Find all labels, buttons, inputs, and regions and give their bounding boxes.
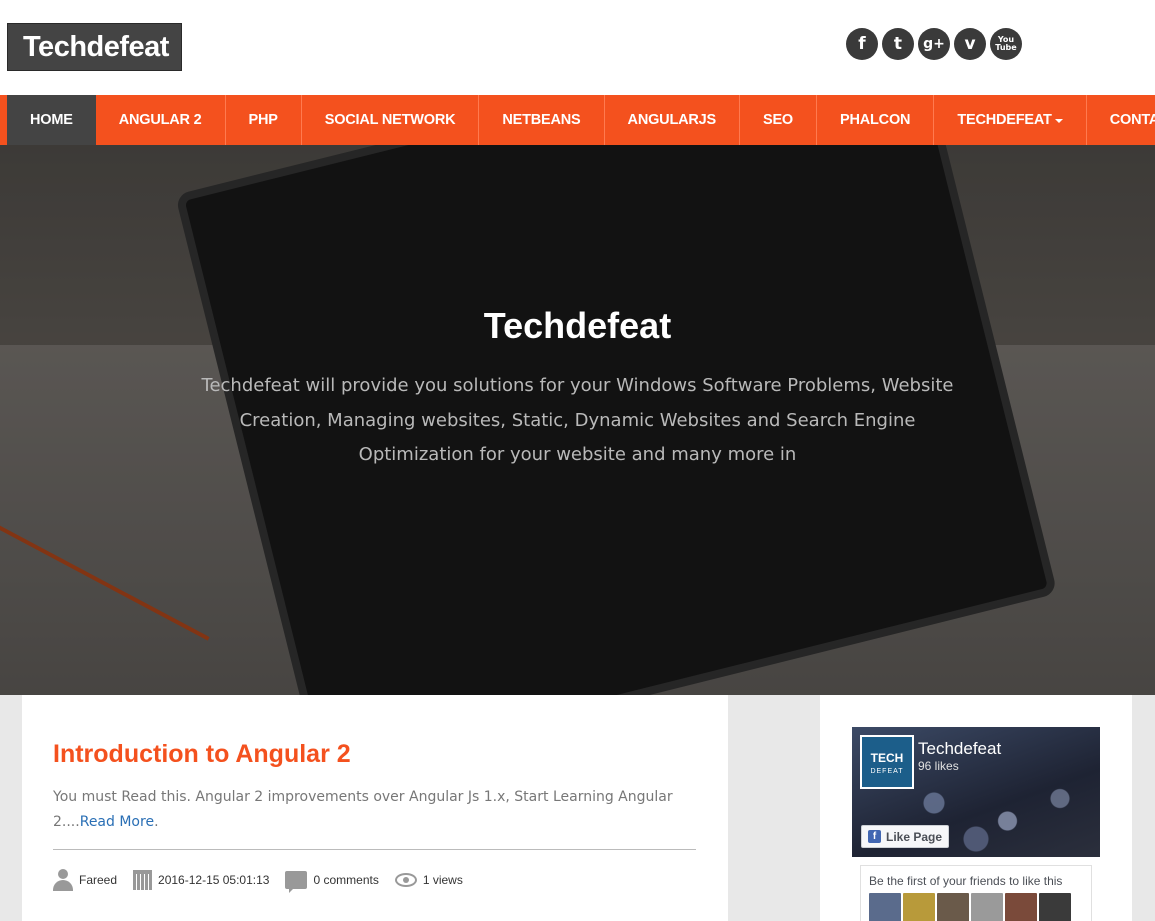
social-links: f t g+ v You Tube	[846, 28, 1022, 60]
site-header: Techdefeat f t g+ v You Tube	[0, 0, 1155, 95]
facebook-likes-count: 96 likes	[918, 759, 959, 773]
main-nav: HOME ANGULAR 2 PHP SOCIAL NETWORK NETBEA…	[0, 95, 1155, 145]
post-comments-count: 0 comments	[313, 873, 379, 887]
nav-item-angularjs[interactable]: ANGULARJS	[605, 95, 740, 145]
eye-icon	[394, 873, 417, 887]
site-logo[interactable]: Techdefeat	[7, 23, 182, 71]
nav-item-techdefeat-label: TECHDEFEAT	[957, 112, 1052, 128]
friend-avatar[interactable]	[1005, 893, 1037, 921]
hero-title: Techdefeat	[483, 305, 672, 346]
post-excerpt: You must Read this. Angular 2 improvemen…	[53, 785, 703, 835]
post-comments[interactable]: 0 comments	[285, 871, 379, 893]
facebook-friends-text: Be the first of your friends to like thi…	[869, 874, 1063, 888]
post-author-name: Fareed	[79, 873, 118, 887]
facebook-friends-box: Be the first of your friends to like thi…	[860, 865, 1092, 921]
nav-item-angular-2[interactable]: ANGULAR 2	[96, 95, 226, 145]
nav-item-phalcon[interactable]: PHALCON	[817, 95, 935, 145]
caret-down-icon	[1054, 119, 1063, 123]
read-more-link[interactable]: Read More	[80, 814, 154, 830]
youtube-icon[interactable]: You Tube	[990, 28, 1022, 60]
post-date-text: 2016-12-15 05:01:13	[158, 873, 270, 887]
friend-avatar[interactable]	[971, 893, 1003, 921]
facebook-friend-faces	[869, 893, 1071, 921]
post-divider	[53, 849, 696, 850]
facebook-page-name[interactable]: Techdefeat	[918, 739, 1001, 759]
facebook-icon[interactable]: f	[846, 28, 878, 60]
google-plus-icon[interactable]: g+	[918, 28, 950, 60]
friend-avatar[interactable]	[869, 893, 901, 921]
hero-banner: Techdefeat Techdefeat will provide you s…	[0, 145, 1155, 695]
friend-avatar[interactable]	[903, 893, 935, 921]
sidebar: TECH DEFEAT Techdefeat 96 likes f Like P…	[820, 695, 1132, 921]
post-card: Introduction to Angular 2 You must Read …	[22, 695, 728, 921]
post-date: 2016-12-15 05:01:13	[133, 870, 269, 890]
nav-item-php[interactable]: PHP	[226, 95, 302, 145]
post-views: 1 views	[394, 873, 463, 887]
read-more-period: .	[154, 814, 159, 830]
facebook-like-page-button[interactable]: f Like Page	[861, 825, 949, 848]
facebook-page-logo[interactable]: TECH DEFEAT	[860, 735, 914, 789]
nav-item-social-network[interactable]: SOCIAL NETWORK	[302, 95, 480, 145]
vimeo-icon[interactable]: v	[954, 28, 986, 60]
post-meta: Fareed 2016-12-15 05:01:13 0 comments 1 …	[53, 869, 479, 893]
facebook-page-widget[interactable]: TECH DEFEAT Techdefeat 96 likes f Like P…	[852, 727, 1100, 857]
post-author: Fareed	[53, 869, 117, 891]
post-views-count: 1 views	[422, 873, 463, 887]
twitter-icon[interactable]: t	[882, 28, 914, 60]
nav-item-seo[interactable]: SEO	[740, 95, 818, 145]
friend-avatar[interactable]	[1039, 893, 1071, 921]
calendar-icon	[133, 870, 153, 890]
facebook-icon: f	[868, 830, 881, 843]
nav-item-contact[interactable]: CONTACT	[1087, 95, 1155, 145]
nav-item-home[interactable]: HOME	[7, 95, 96, 145]
comment-icon	[285, 871, 308, 893]
hero-description: Techdefeat will provide you solutions fo…	[201, 375, 954, 465]
nav-item-techdefeat-dropdown[interactable]: TECHDEFEAT	[934, 95, 1087, 145]
facebook-logo-bottom: DEFEAT	[870, 768, 904, 775]
friend-avatar[interactable]	[937, 893, 969, 921]
nav-item-netbeans[interactable]: NETBEANS	[479, 95, 605, 145]
facebook-logo-top: TECH	[870, 751, 904, 765]
facebook-like-page-label: Like Page	[886, 829, 943, 844]
user-icon	[53, 869, 73, 891]
post-title[interactable]: Introduction to Angular 2	[53, 740, 351, 769]
